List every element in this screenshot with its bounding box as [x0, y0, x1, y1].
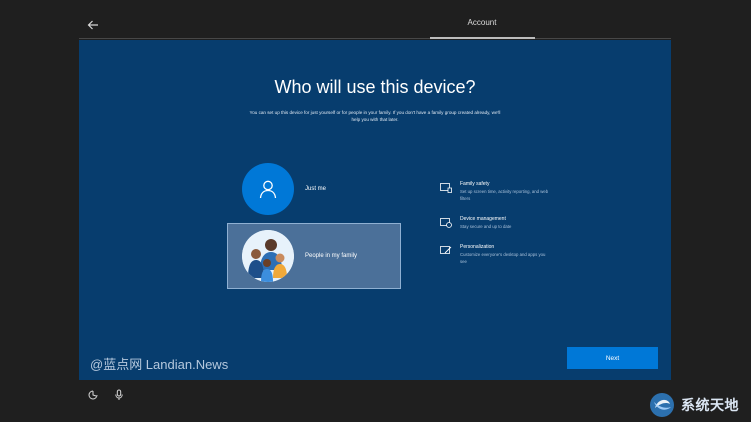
- back-button[interactable]: [84, 16, 102, 34]
- feature-device-management-desc: Stay secure and up to date: [460, 224, 512, 229]
- next-button[interactable]: Next: [567, 347, 658, 369]
- option-people-in-my-family[interactable]: People in my family: [227, 223, 401, 289]
- feature-family-safety-desc: Set up screen time, activity reporting, …: [460, 189, 549, 201]
- setup-panel: Who will use this device? You can set up…: [79, 40, 671, 380]
- header-active-underline: [430, 37, 535, 39]
- option-family-label: People in my family: [305, 253, 358, 259]
- option-just-me-label: Just me: [305, 186, 327, 192]
- feature-personalization: Personalization Customize everyone's des…: [440, 244, 550, 265]
- arrow-left-icon: [87, 20, 98, 30]
- microphone-icon: [115, 389, 123, 400]
- feature-device-management-title: Device management: [460, 216, 506, 222]
- accessibility-button[interactable]: [86, 388, 100, 402]
- option-just-me[interactable]: Just me: [227, 160, 399, 218]
- accessibility-icon: [88, 390, 98, 400]
- microphone-button[interactable]: [112, 388, 126, 402]
- feature-device-management: Device management Stay secure and up to …: [440, 216, 550, 231]
- feature-personalization-title: Personalization: [460, 244, 495, 250]
- watermark-text-right: 系统天地: [681, 397, 739, 413]
- device-management-icon: [440, 218, 452, 228]
- page-title: Who will use this device?: [274, 77, 476, 97]
- feature-family-safety-title: Family safety: [460, 181, 490, 187]
- header-title: Account: [467, 18, 497, 27]
- watermark-right: 系统天地: [648, 392, 739, 418]
- feature-family-safety: Family safety Set up screen time, activi…: [440, 181, 550, 202]
- family-safety-icon: [440, 183, 452, 193]
- header-divider: [79, 38, 671, 39]
- oobe-window: Account Who will use this device? You ca…: [0, 0, 751, 422]
- page-description: You can set up this device for just your…: [249, 110, 501, 122]
- person-icon: [242, 163, 294, 215]
- personalization-icon: [440, 246, 452, 254]
- watermark-logo-icon: [650, 393, 674, 417]
- watermark-text-left: @蓝点网 Landian.News: [90, 357, 229, 372]
- family-illustration-icon: [242, 230, 294, 282]
- feature-personalization-desc: Customize everyone's desktop and apps yo…: [460, 252, 546, 264]
